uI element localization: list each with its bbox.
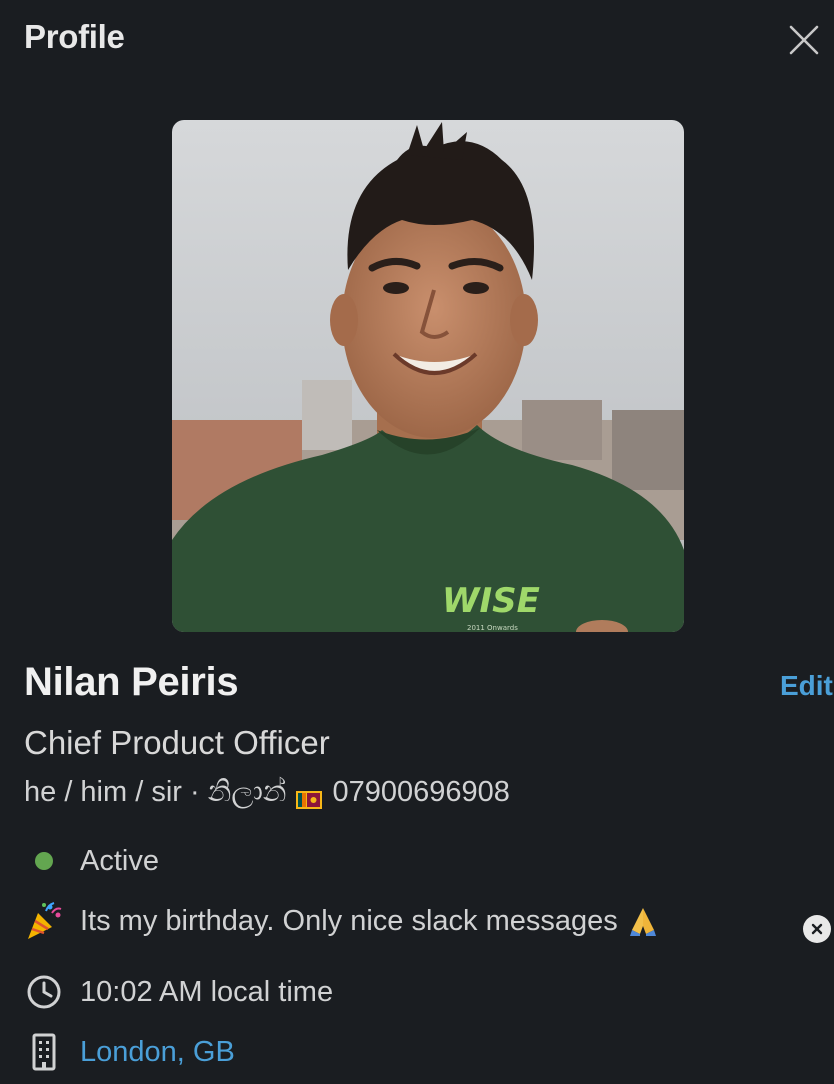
custom-status-row: Its my birthday. Only nice slack message…	[24, 901, 660, 941]
clear-status-button[interactable]	[803, 915, 831, 943]
profile-panel: Profile WISE 2011 Onwards Nilan Peiris E…	[0, 0, 834, 1084]
presence-label: Active	[80, 844, 159, 877]
close-button[interactable]	[786, 22, 822, 58]
location-link[interactable]: London, GB	[80, 1036, 235, 1069]
edit-profile-link[interactable]: Edit	[780, 670, 833, 702]
profile-photo[interactable]: WISE 2011 Onwards	[172, 120, 684, 632]
sri-lanka-flag-icon	[296, 784, 323, 809]
presence-row: Active	[24, 841, 159, 881]
pronouns: he / him / sir · නිලාන්	[24, 776, 287, 808]
job-title: Chief Product Officer	[24, 724, 330, 761]
phone-number[interactable]: 07900696908	[332, 776, 509, 809]
close-icon	[789, 25, 819, 55]
shirt-small-text: 2011 Onwards	[467, 624, 518, 632]
local-time: 10:02 AM local time	[80, 975, 334, 1008]
clock-icon	[24, 972, 64, 1012]
profile-name: Nilan Peiris	[24, 660, 239, 704]
panel-title: Profile	[24, 18, 125, 55]
pronouns-phone-row: he / him / sir · නිලාන් 07900696908	[24, 776, 510, 809]
presence-dot-icon	[24, 841, 64, 881]
custom-status-text: Its my birthday. Only nice slack message…	[80, 904, 618, 937]
party-popper-icon	[24, 901, 64, 941]
close-icon	[811, 923, 823, 935]
location-row: London, GB	[24, 1032, 235, 1072]
folded-hands-icon	[626, 904, 660, 938]
avatar: WISE 2011 Onwards	[172, 120, 684, 632]
local-time-row: 10:02 AM local time	[24, 972, 333, 1012]
building-icon	[24, 1032, 64, 1072]
shirt-logo: WISE	[442, 581, 540, 621]
